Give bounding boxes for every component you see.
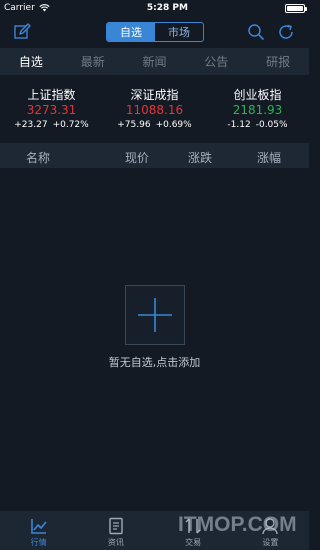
tabbar-news[interactable]: 资讯 xyxy=(77,511,154,550)
index-name: 创业板指 xyxy=(233,88,282,102)
status-bar: Carrier 5:28 PM xyxy=(0,0,309,16)
news-tabs: 自选 最新 新闻 公告 研报 xyxy=(0,48,309,75)
tab-research[interactable]: 研报 xyxy=(247,48,309,75)
watermark-logo: ITMOP.COM xyxy=(178,513,297,536)
index-change-value: +75.96 xyxy=(117,120,151,130)
index-shenzhen[interactable]: 深证成指 11088.16 +75.96 +0.69% xyxy=(103,75,206,143)
index-chinext[interactable]: 创业板指 2181.93 -1.12 -0.05% xyxy=(206,75,309,143)
index-change-value: -1.12 xyxy=(227,120,251,130)
empty-hint[interactable]: 暂无自选,点击添加 xyxy=(109,354,201,370)
empty-state: 暂无自选,点击添加 xyxy=(0,285,309,370)
column-price[interactable]: 现价 xyxy=(125,149,149,166)
segment-market[interactable]: 市场 xyxy=(155,23,203,41)
battery-level xyxy=(286,5,303,11)
index-shanghai[interactable]: 上证指数 3273.31 +23.27 +0.72% xyxy=(0,75,103,143)
market-indices: 上证指数 3273.31 +23.27 +0.72% 深证成指 11088.16… xyxy=(0,75,309,143)
clock: 5:28 PM xyxy=(146,3,188,13)
tab-latest[interactable]: 最新 xyxy=(62,48,124,75)
tab-watchlist[interactable]: 自选 xyxy=(0,48,62,75)
tabbar-label: 资讯 xyxy=(107,538,124,547)
search-icon[interactable] xyxy=(246,22,266,42)
column-change[interactable]: 涨跌 xyxy=(188,149,212,166)
news-icon xyxy=(109,517,123,535)
index-change-percent: -0.05% xyxy=(255,120,288,130)
column-name[interactable]: 名称 xyxy=(26,149,50,166)
index-price: 3273.31 xyxy=(26,103,77,117)
index-change-percent: +0.72% xyxy=(52,120,89,130)
column-percent[interactable]: 涨幅 xyxy=(257,149,281,166)
battery-icon xyxy=(284,3,307,13)
add-stock-button[interactable] xyxy=(124,285,185,345)
index-change-percent: +0.69% xyxy=(155,120,192,130)
watchlist-column-header: 名称 现价 涨跌 涨幅 xyxy=(0,143,309,168)
tabbar-quotes[interactable]: 行情 xyxy=(0,511,77,550)
chart-icon xyxy=(30,519,47,534)
index-change: +23.27 +0.72% xyxy=(14,119,88,131)
tabbar-label: 设置 xyxy=(262,538,279,547)
index-price: 2181.93 xyxy=(232,103,283,117)
plus-icon xyxy=(137,298,172,332)
carrier-label: Carrier xyxy=(4,3,35,13)
index-name: 深证成指 xyxy=(130,88,179,102)
index-price: 11088.16 xyxy=(125,103,184,117)
segment-control: 自选 市场 xyxy=(106,22,204,42)
tabbar-label: 行情 xyxy=(30,538,47,547)
refresh-icon[interactable] xyxy=(276,22,296,42)
index-change: +75.96 +0.69% xyxy=(117,119,191,131)
tab-announcements[interactable]: 公告 xyxy=(185,48,247,75)
nav-bar: 自选 市场 xyxy=(0,16,309,48)
wifi-icon xyxy=(39,4,50,12)
tabbar-label: 交易 xyxy=(185,538,202,547)
index-change-value: +23.27 xyxy=(14,120,48,130)
index-name: 上证指数 xyxy=(27,88,76,102)
tab-news[interactable]: 新闻 xyxy=(124,48,186,75)
segment-watchlist[interactable]: 自选 xyxy=(107,23,155,41)
index-change: -1.12 -0.05% xyxy=(227,119,287,131)
edit-icon[interactable] xyxy=(12,22,32,42)
